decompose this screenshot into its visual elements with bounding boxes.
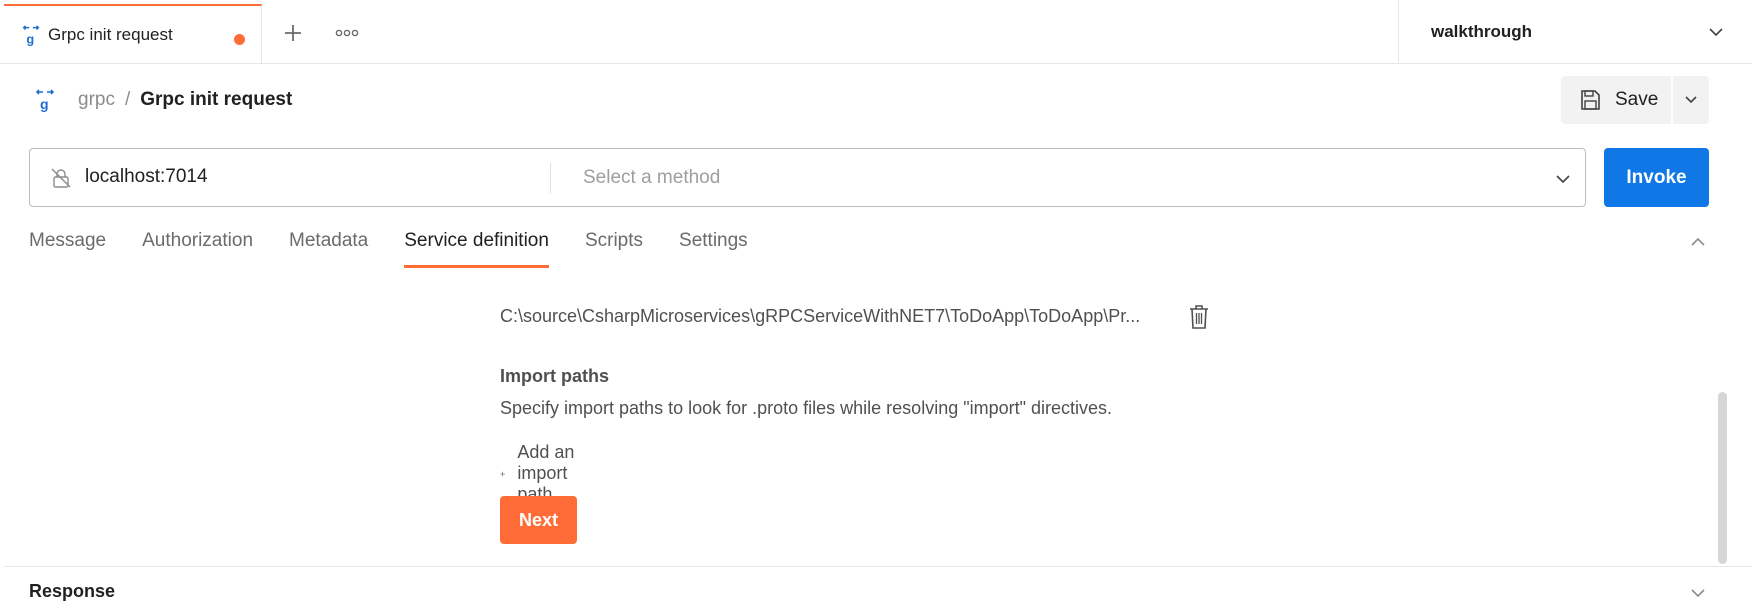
svg-text:g: g: [26, 31, 34, 46]
request-tab[interactable]: g Grpc init request: [4, 4, 262, 64]
request-url-bar: localhost:7014 Select a method: [29, 148, 1586, 207]
save-button[interactable]: Save: [1561, 76, 1671, 124]
chevron-up-icon[interactable]: [1690, 234, 1706, 250]
tab-scripts[interactable]: Scripts: [585, 230, 643, 268]
scrollbar-thumb[interactable]: [1718, 392, 1727, 564]
save-icon: [1581, 90, 1600, 110]
next-button[interactable]: Next: [500, 496, 577, 544]
url-input[interactable]: localhost:7014: [85, 166, 208, 188]
save-options-button[interactable]: [1673, 76, 1709, 124]
tab-service-definition[interactable]: Service definition: [404, 230, 549, 268]
breadcrumb-separator: /: [124, 89, 131, 110]
url-divider: [550, 163, 551, 193]
environment-selector[interactable]: walkthrough: [1398, 0, 1752, 64]
chevron-down-icon: [1685, 96, 1697, 104]
new-tab-button[interactable]: [278, 18, 308, 48]
chevron-down-icon: [1709, 28, 1723, 37]
grpc-icon: g: [22, 25, 40, 46]
breadcrumb: g grpc / Grpc init request: [36, 86, 292, 114]
trash-icon[interactable]: [1188, 304, 1210, 330]
import-paths-description: Specify import paths to look for .proto …: [500, 398, 1113, 418]
plus-icon: [500, 471, 506, 476]
grpc-icon: g: [36, 89, 54, 112]
response-title: Response: [29, 581, 116, 601]
unsaved-dot-icon: [234, 34, 245, 45]
tab-metadata[interactable]: Metadata: [289, 230, 368, 268]
breadcrumb-current[interactable]: Grpc init request: [140, 89, 292, 111]
breadcrumb-parent[interactable]: grpc: [78, 89, 115, 111]
insecure-lock-icon[interactable]: [50, 167, 72, 189]
tab-message[interactable]: Message: [29, 230, 106, 268]
plus-icon: [285, 25, 301, 41]
top-tab-bar: g Grpc init request walkthrough: [0, 0, 1752, 64]
import-paths-heading: Import paths: [500, 366, 610, 386]
method-select[interactable]: Select a method: [583, 167, 720, 189]
tab-settings[interactable]: Settings: [679, 230, 748, 268]
chevron-down-icon[interactable]: [1555, 171, 1571, 187]
request-tabs: Message Authorization Metadata Service d…: [29, 230, 784, 268]
response-panel-header[interactable]: Response: [4, 566, 1752, 607]
tab-title: Grpc init request: [48, 25, 173, 44]
more-tabs-button[interactable]: [332, 18, 362, 48]
save-label: Save: [1615, 89, 1659, 110]
more-horizontal-icon: [335, 29, 359, 37]
chevron-down-icon[interactable]: [1690, 585, 1706, 601]
environment-name: walkthrough: [1431, 22, 1533, 41]
invoke-button[interactable]: Invoke: [1604, 148, 1709, 207]
proto-file-path: C:\source\CsharpMicroservices\gRPCServic…: [500, 306, 1141, 326]
tab-authorization[interactable]: Authorization: [142, 230, 253, 268]
svg-text:g: g: [40, 96, 49, 112]
